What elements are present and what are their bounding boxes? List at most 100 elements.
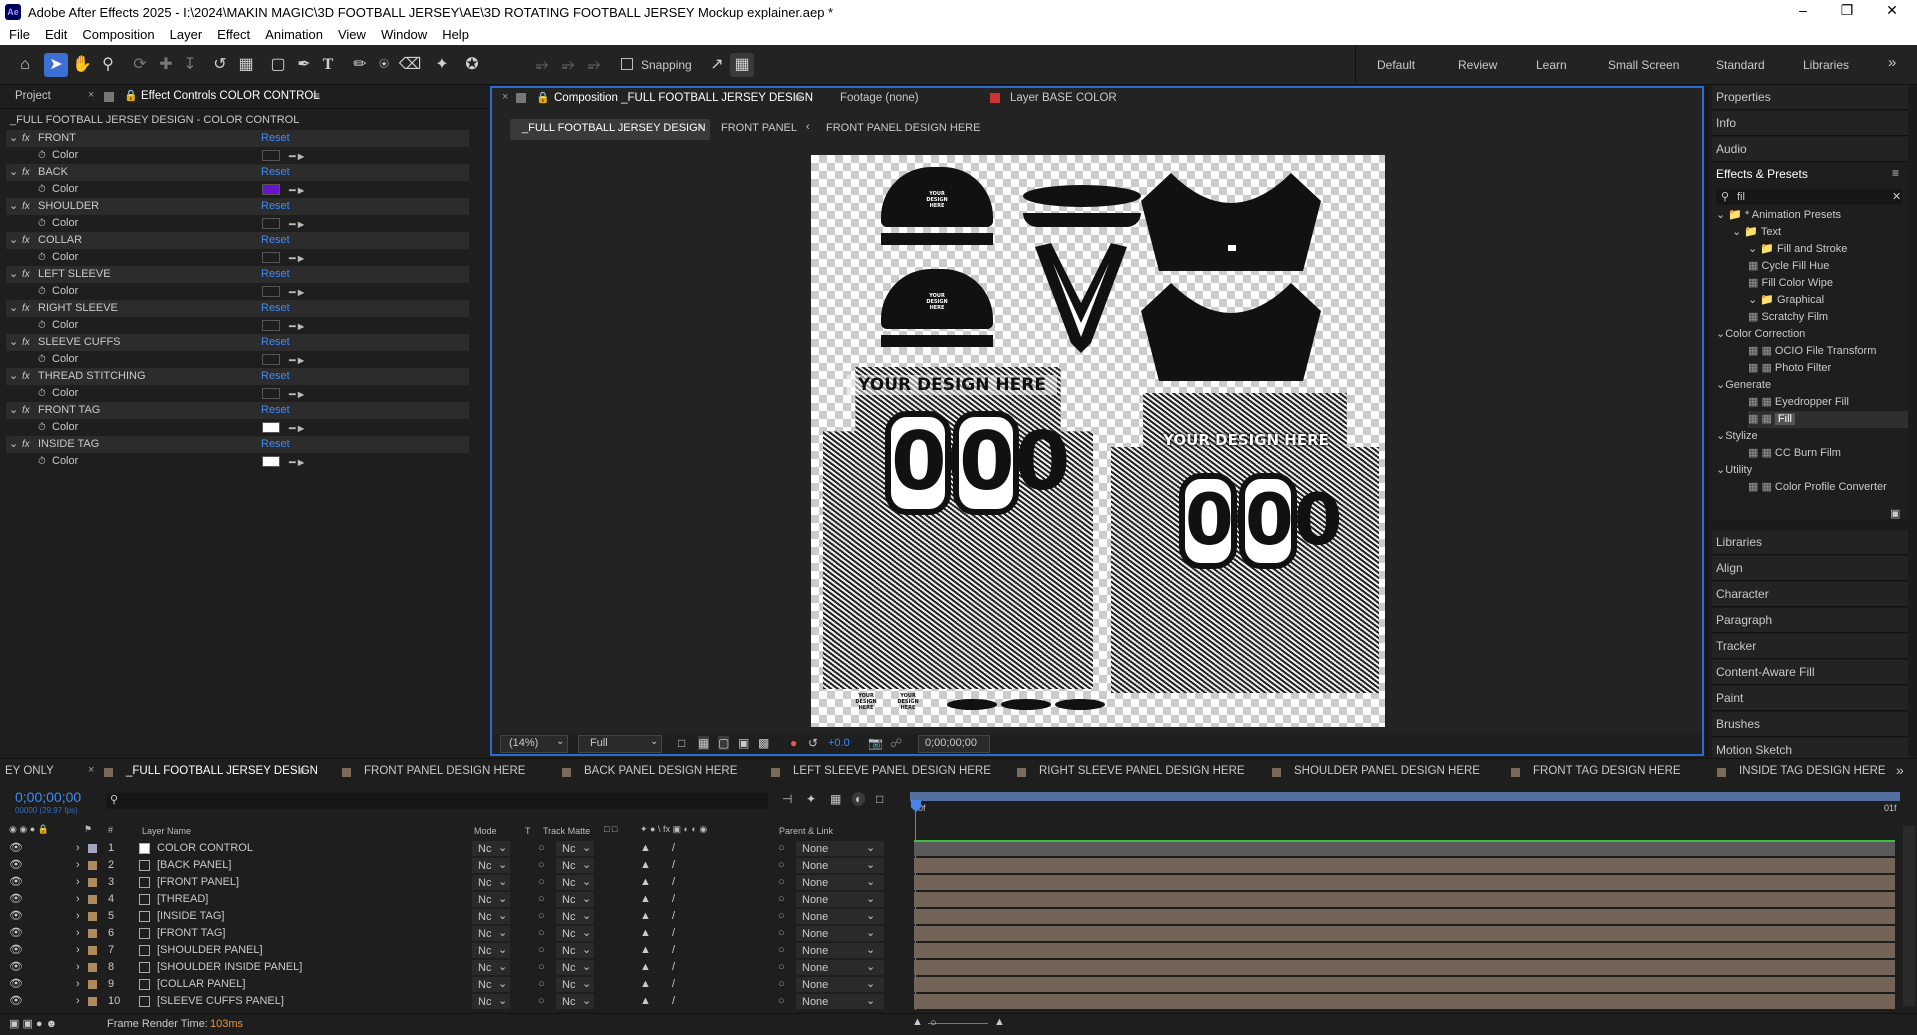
panel-brushes[interactable]: Brushes xyxy=(1712,712,1908,737)
reset-link[interactable]: Reset xyxy=(261,436,290,453)
crumb-front-panel[interactable]: FRONT PANEL xyxy=(721,122,797,134)
pickwhip-icon[interactable]: ○ xyxy=(778,857,785,874)
ep-item-utility[interactable]: ⌄Utility xyxy=(1716,462,1752,479)
parent-header[interactable]: Parent & Link xyxy=(779,826,833,836)
chevron-down-icon[interactable]: ⌄ xyxy=(1716,430,1725,442)
panel-content-aware-fill[interactable]: Content-Aware Fill xyxy=(1712,660,1908,685)
expand-icon[interactable]: ⌄ xyxy=(9,368,18,385)
label-color[interactable] xyxy=(88,912,97,921)
timeline-tab-5[interactable]: RIGHT SLEEVE PANEL DESIGN HERE xyxy=(1039,765,1245,777)
layer-duration-bar[interactable] xyxy=(914,960,1895,975)
workspace-learn[interactable]: Learn xyxy=(1536,58,1567,72)
close-tab-icon[interactable]: × xyxy=(88,89,94,101)
timeline-tab-0[interactable]: EY ONLY xyxy=(5,765,54,777)
layer-duration-bar[interactable] xyxy=(914,892,1895,907)
workspace-small-screen[interactable]: Small Screen xyxy=(1608,58,1679,72)
menu-layer[interactable]: Layer xyxy=(161,25,209,42)
crumb-front-panel-design[interactable]: FRONT PANEL DESIGN HERE xyxy=(826,122,980,134)
type-tool-icon[interactable]: T xyxy=(316,53,340,77)
shy-switch-icon[interactable]: ▲ xyxy=(640,874,651,891)
fx-icon[interactable]: fx xyxy=(22,300,30,317)
fx-icon[interactable]: fx xyxy=(22,266,30,283)
timeline-tab-2[interactable]: FRONT PANEL DESIGN HERE xyxy=(364,765,525,777)
pickwhip-icon[interactable]: ○ xyxy=(778,874,785,891)
quality-switch-icon[interactable]: / xyxy=(672,891,675,908)
label-color[interactable] xyxy=(88,895,97,904)
pickwhip-icon[interactable]: ○ xyxy=(778,993,785,1010)
eye-icon[interactable]: 👁 xyxy=(9,976,23,993)
quality-switch-icon[interactable]: / xyxy=(672,993,675,1010)
timeline-layer-row[interactable]: 👁 › 4 [THREAD] Nc ⌄ ○ Nc ⌄ ▲ / ○ None ⌄ xyxy=(0,891,1917,908)
properties-panel[interactable]: Properties xyxy=(1712,85,1908,110)
color-swatch[interactable] xyxy=(262,388,280,399)
effects-presets-title[interactable]: Effects & Presets xyxy=(1716,167,1808,181)
color-swatch[interactable] xyxy=(262,184,280,195)
effect-row-thread-stitching[interactable]: ⌄ fx THREAD STITCHING Reset xyxy=(6,368,469,385)
timeline-tab-4[interactable]: LEFT SLEEVE PANEL DESIGN HERE xyxy=(793,765,991,777)
layer-name[interactable]: [SHOULDER INSIDE PANEL] xyxy=(157,959,302,976)
label-color[interactable] xyxy=(88,861,97,870)
ep-item-fill-and-stroke[interactable]: ⌄ 📁 Fill and Stroke xyxy=(1748,241,1847,258)
expand-icon[interactable]: ⌄ xyxy=(9,130,18,147)
quality-switch-icon[interactable]: / xyxy=(672,925,675,942)
mask-visibility-icon[interactable]: ▢ xyxy=(718,736,730,750)
maximize-icon[interactable]: ❐ xyxy=(1827,2,1867,19)
fx-icon[interactable]: fx xyxy=(22,334,30,351)
expand-icon[interactable]: › xyxy=(76,942,80,959)
eye-icon[interactable]: 👁 xyxy=(9,857,23,874)
selection-tool-icon[interactable]: ➤ xyxy=(44,53,68,77)
effect-row-shoulder[interactable]: ⌄ fx SHOULDER Reset xyxy=(6,198,469,215)
layer-duration-bar[interactable] xyxy=(914,994,1895,1009)
expand-icon[interactable]: › xyxy=(76,993,80,1010)
timeline-tab-7[interactable]: FRONT TAG DESIGN HERE xyxy=(1533,765,1681,777)
expand-icon[interactable]: ⌄ xyxy=(9,300,18,317)
expand-icon[interactable]: › xyxy=(76,959,80,976)
stopwatch-icon[interactable]: ⏱ xyxy=(38,419,46,436)
effect-row-collar[interactable]: ⌄ fx COLLAR Reset xyxy=(6,232,469,249)
ep-item-color-correction[interactable]: ⌄Color Correction xyxy=(1716,326,1805,343)
layer-name[interactable]: [INSIDE TAG] xyxy=(157,908,224,925)
brush-tool-icon[interactable]: ✏ xyxy=(348,53,372,77)
ep-item-scratchy-film[interactable]: ▦ Scratchy Film xyxy=(1748,309,1828,326)
motion-blur-icon[interactable]: ◐ xyxy=(852,792,866,806)
quality-switch-icon[interactable]: / xyxy=(672,840,675,857)
ep-item-stylize[interactable]: ⌄Stylize xyxy=(1716,428,1758,445)
ep-item-graphical[interactable]: ⌄ 📁 Graphical xyxy=(1748,292,1824,309)
layer-duration-bar[interactable] xyxy=(914,909,1895,924)
grid-guides-icon[interactable]: ▩ xyxy=(758,736,769,750)
t-header[interactable]: T xyxy=(525,826,531,836)
panel-lock-icon[interactable] xyxy=(104,92,114,102)
expand-icon[interactable]: ⌄ xyxy=(9,334,18,351)
comp-lock-icon[interactable]: 🔒 xyxy=(536,91,550,104)
stopwatch-icon[interactable]: ⏱ xyxy=(38,317,46,334)
layer-name[interactable]: [COLLAR PANEL] xyxy=(157,976,245,993)
layer-duration-bar[interactable] xyxy=(914,977,1895,992)
effect-row-left-sleeve[interactable]: ⌄ fx LEFT SLEEVE Reset xyxy=(6,266,469,283)
timeline-layer-row[interactable]: 👁 › 6 [FRONT TAG] Nc ⌄ ○ Nc ⌄ ▲ / ○ None ⌄ xyxy=(0,925,1917,942)
pickwhip-icon[interactable]: ○ xyxy=(778,959,785,976)
timeline-layer-row[interactable]: 👁 › 1 COLOR CONTROL Nc ⌄ ○ Nc ⌄ ▲ / ○ None ⌄ xyxy=(0,840,1917,857)
menu-help[interactable]: Help xyxy=(433,25,475,42)
expand-icon[interactable]: ⌄ xyxy=(9,198,18,215)
mode-header[interactable]: Mode xyxy=(474,826,497,836)
matte-link-icon[interactable]: ○ xyxy=(538,993,545,1010)
ep-item-cycle-fill-hue[interactable]: ▦ Cycle Fill Hue xyxy=(1748,258,1829,275)
expand-icon[interactable]: › xyxy=(76,891,80,908)
transparency-grid-icon[interactable]: ▦ xyxy=(698,736,710,750)
ep-item-ocio-file-transform[interactable]: ▦ ▦ OCIO File Transform xyxy=(1748,343,1876,360)
color-swatch[interactable] xyxy=(262,218,280,229)
panel-menu-icon[interactable]: ≡ xyxy=(313,89,320,103)
work-area-bar[interactable] xyxy=(910,792,1900,801)
timeline-search-input[interactable] xyxy=(106,793,768,809)
expand-icon[interactable]: › xyxy=(76,840,80,857)
layer-name-header[interactable]: Layer Name xyxy=(142,826,191,836)
chevron-down-icon[interactable]: ⌄ xyxy=(1716,328,1725,340)
layer-name[interactable]: [SHOULDER PANEL] xyxy=(157,942,263,959)
snap-features-icon[interactable]: ▦ xyxy=(730,53,754,77)
panel-paragraph[interactable]: Paragraph xyxy=(1712,608,1908,633)
workspace-libraries[interactable]: Libraries xyxy=(1803,58,1849,72)
snapshot-icon[interactable]: 📷 xyxy=(868,736,883,750)
chevron-down-icon[interactable]: ⌄ xyxy=(1748,294,1757,306)
fx-icon[interactable]: fx xyxy=(22,402,30,419)
reset-link[interactable]: Reset xyxy=(261,334,290,351)
